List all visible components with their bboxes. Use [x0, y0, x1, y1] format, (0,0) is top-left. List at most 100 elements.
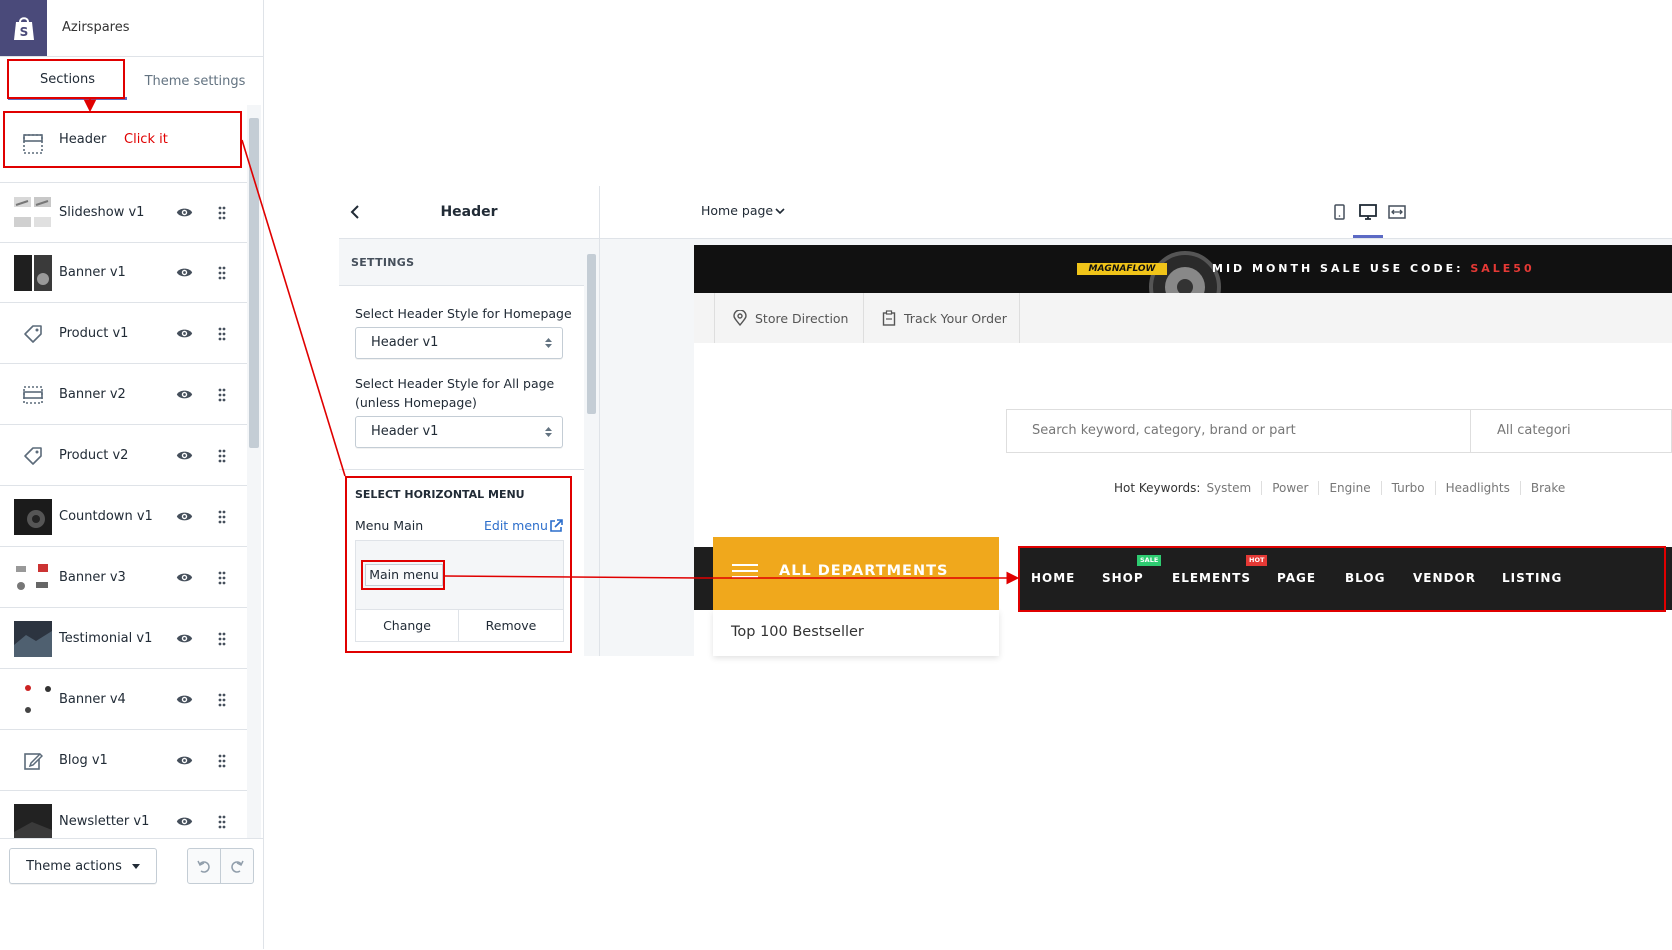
- annotation-box-main-menu: [361, 560, 445, 590]
- section-label: Blog v1: [59, 753, 108, 768]
- eye-icon[interactable]: [176, 204, 193, 221]
- eye-icon[interactable]: [176, 569, 193, 586]
- store-direction-label: Store Direction: [755, 310, 849, 326]
- eye-icon[interactable]: [176, 264, 193, 281]
- redo-button[interactable]: [220, 848, 254, 884]
- category-select[interactable]: All categori: [1497, 423, 1571, 438]
- section-item-banner-v3[interactable]: Banner v3: [0, 548, 247, 608]
- drag-handle-icon[interactable]: [217, 387, 227, 403]
- section-item-blog-v1[interactable]: Blog v1: [0, 731, 247, 791]
- hamburger-icon: [732, 564, 758, 578]
- eye-icon[interactable]: [176, 447, 193, 464]
- divider: [339, 469, 584, 470]
- page-selector[interactable]: Home page: [701, 203, 773, 218]
- nav-bar-left-edge: [694, 547, 713, 610]
- countdown-thumbnail: [14, 499, 52, 535]
- theme-actions-label: Theme actions: [26, 858, 122, 874]
- slideshow-thumbnail: [14, 195, 52, 231]
- eye-icon[interactable]: [176, 386, 193, 403]
- annotation-box-main-nav: [1018, 546, 1666, 612]
- drag-handle-icon[interactable]: [217, 265, 227, 281]
- hot-keyword[interactable]: System: [1200, 481, 1261, 495]
- section-item-testimonial-v1[interactable]: Testimonial v1: [0, 609, 247, 669]
- top100-link[interactable]: Top 100 Bestseller: [731, 624, 864, 640]
- fullwidth-icon[interactable]: [1388, 203, 1406, 221]
- brand-logo: MAGNAFLOW: [1077, 263, 1167, 275]
- annotation-box-sections-tab: [7, 59, 125, 99]
- store-search-placeholder[interactable]: Search keyword, category, brand or part: [1032, 423, 1296, 438]
- undo-button[interactable]: [187, 848, 221, 884]
- eye-icon[interactable]: [176, 508, 193, 525]
- back-button[interactable]: [348, 203, 364, 221]
- caret-down-icon: [131, 863, 140, 869]
- store-name: Azirspares: [62, 20, 130, 35]
- section-item-product-v2[interactable]: Product v2: [0, 426, 247, 486]
- homepage-style-label: Select Header Style for Homepage: [355, 306, 572, 321]
- panel-scrollbar-thumb[interactable]: [587, 254, 596, 414]
- clipboard-icon: [882, 310, 896, 326]
- promo-message: MID MONTH SALE USE CODE:: [1212, 262, 1471, 275]
- drag-handle-icon[interactable]: [217, 692, 227, 708]
- section-item-product-v1[interactable]: Product v1: [0, 304, 247, 364]
- hot-keyword[interactable]: Brake: [1519, 481, 1575, 495]
- section-item-banner-v2[interactable]: Banner v2: [0, 365, 247, 425]
- promo-code: SALE50: [1470, 262, 1535, 275]
- section-label: Countdown v1: [59, 509, 153, 524]
- section-item-banner-v1[interactable]: Banner v1: [0, 243, 247, 303]
- section-item-slideshow-v1[interactable]: Slideshow v1: [0, 183, 247, 243]
- eye-icon[interactable]: [176, 752, 193, 769]
- section-label: Banner v3: [59, 570, 126, 585]
- drag-handle-icon[interactable]: [217, 570, 227, 586]
- promo-text: MID MONTH SALE USE CODE: SALE50: [1212, 262, 1535, 275]
- tab-theme-settings[interactable]: Theme settings: [127, 62, 263, 100]
- mobile-icon[interactable]: [1330, 203, 1348, 221]
- search-divider: [1470, 410, 1471, 452]
- drag-handle-icon[interactable]: [217, 205, 227, 221]
- store-direction-link[interactable]: Store Direction: [714, 293, 864, 343]
- redo-icon: [231, 860, 244, 873]
- drag-handle-icon[interactable]: [217, 814, 227, 830]
- section-label: Product v2: [59, 448, 129, 463]
- drag-handle-icon[interactable]: [217, 509, 227, 525]
- section-label: Product v1: [59, 326, 129, 341]
- eye-icon[interactable]: [176, 813, 193, 830]
- chevron-down-icon[interactable]: [775, 207, 785, 215]
- section-item-newsletter-v1[interactable]: Newsletter v1: [0, 792, 247, 838]
- banner-thumbnail: [14, 560, 52, 596]
- section-label: Banner v1: [59, 265, 126, 280]
- hot-keywords-label: Hot Keywords:: [1114, 481, 1201, 495]
- drag-handle-icon[interactable]: [217, 753, 227, 769]
- allpage-style-select[interactable]: Header v1: [355, 416, 563, 448]
- hot-keyword[interactable]: Headlights: [1434, 481, 1520, 495]
- track-order-link[interactable]: Track Your Order: [864, 293, 1020, 343]
- drag-handle-icon[interactable]: [217, 326, 227, 342]
- allpage-style-value: Header v1: [371, 424, 439, 439]
- hot-keyword[interactable]: Turbo: [1380, 481, 1435, 495]
- section-item-banner-v4[interactable]: Banner v4: [0, 670, 247, 730]
- eye-icon[interactable]: [176, 630, 193, 647]
- homepage-style-select[interactable]: Header v1: [355, 327, 563, 359]
- sections-scrollbar-thumb[interactable]: [249, 118, 259, 448]
- tag-icon: [14, 438, 52, 474]
- shopify-logo-icon[interactable]: S: [0, 0, 47, 56]
- drag-handle-icon[interactable]: [217, 448, 227, 464]
- section-item-countdown-v1[interactable]: Countdown v1: [0, 487, 247, 547]
- location-pin-icon: [733, 310, 747, 326]
- panel-title: Header: [440, 204, 498, 220]
- sections-list: Header Slideshow v1 Banner v1 Product v1…: [0, 105, 247, 838]
- eye-icon[interactable]: [176, 325, 193, 342]
- chevron-left-icon: [350, 205, 359, 219]
- hot-keyword[interactable]: Power: [1261, 481, 1318, 495]
- desktop-icon[interactable]: [1359, 203, 1377, 221]
- section-label: Slideshow v1: [59, 205, 145, 220]
- theme-actions-button[interactable]: Theme actions: [9, 848, 157, 884]
- banner-layout-icon: [14, 377, 52, 413]
- homepage-style-value: Header v1: [371, 335, 439, 350]
- eye-icon[interactable]: [176, 691, 193, 708]
- undo-icon: [197, 860, 210, 873]
- allpage-style-sublabel: (unless Homepage): [355, 395, 477, 410]
- banner-thumbnail: [14, 255, 52, 291]
- hot-keyword[interactable]: Engine: [1318, 481, 1380, 495]
- drag-handle-icon[interactable]: [217, 631, 227, 647]
- all-departments-label: ALL DEPARTMENTS: [779, 563, 949, 579]
